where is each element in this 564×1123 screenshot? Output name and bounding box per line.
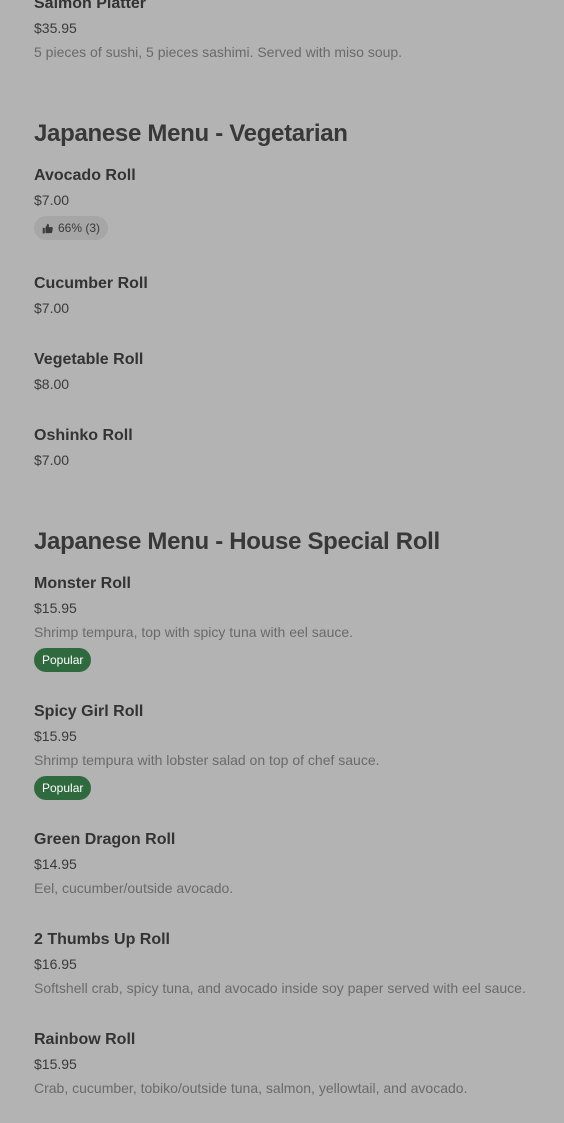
menu-item-price: $15.95: [34, 600, 77, 616]
menu-item-name: Oshinko Roll: [34, 427, 133, 444]
menu-item-2-thumbs-up-roll[interactable]: 2 Thumbs Up Roll $16.95 Softshell crab, …: [34, 930, 526, 997]
menu-item-description: Shrimp tempura, top with spicy tuna with…: [34, 624, 354, 640]
menu-item-monster-roll[interactable]: Monster Roll $15.95 Shrimp tempura, top …: [34, 574, 353, 672]
menu-item-price: $35.95: [34, 20, 77, 36]
menu-item-green-dragon-roll[interactable]: Green Dragon Roll $14.95 Eel, cucumber/o…: [34, 830, 233, 897]
popular-badge: Popular: [34, 776, 92, 800]
menu-item-price: $15.95: [34, 1056, 77, 1072]
menu-item-price: $14.95: [34, 856, 77, 872]
menu-item-salmon-platter[interactable]: Salmon Platter $35.95 5 pieces of sushi,…: [34, 0, 402, 61]
menu-item-price: $15.95: [34, 728, 77, 744]
rating-badge: 66% (3): [34, 216, 109, 240]
popular-badge: Popular: [34, 648, 92, 672]
menu-item-name: Cucumber Roll: [34, 275, 148, 292]
menu-item-price: $7.00: [34, 192, 70, 208]
menu-item-name: Vegetable Roll: [34, 351, 144, 368]
menu-item-spicy-girl-roll[interactable]: Spicy Girl Roll $15.95 Shrimp tempura wi…: [34, 702, 380, 800]
menu-item-oshinko-roll[interactable]: Oshinko Roll $7.00: [34, 426, 133, 469]
section-title-vegetarian: Japanese Menu - Vegetarian: [34, 120, 348, 147]
menu-item-name: Spicy Girl Roll: [34, 703, 144, 720]
menu-item-vegetable-roll[interactable]: Vegetable Roll $8.00: [34, 350, 143, 393]
menu-item-price: $7.00: [34, 452, 70, 468]
menu-item-name: Avocado Roll: [34, 167, 136, 184]
menu-item-price: $7.00: [34, 300, 70, 316]
menu-item-name: Green Dragon Roll: [34, 831, 176, 848]
rating-text: 66% (3): [58, 221, 101, 235]
thumbs-up-icon: [42, 223, 53, 234]
menu-item-rainbow-roll[interactable]: Rainbow Roll $15.95 Crab, cucumber, tobi…: [34, 1030, 467, 1097]
menu-item-name: Salmon Platter: [34, 0, 147, 12]
menu-item-price: $16.95: [34, 956, 77, 972]
menu-item-description: 5 pieces of sushi, 5 pieces sashimi. Ser…: [34, 44, 403, 60]
menu-item-description: Softshell crab, spicy tuna, and avocado …: [34, 980, 526, 996]
menu-item-avocado-roll[interactable]: Avocado Roll $7.00 66% (3): [34, 166, 136, 240]
menu-item-cucumber-roll[interactable]: Cucumber Roll $7.00: [34, 274, 148, 317]
menu-item-description: Shrimp tempura with lobster salad on top…: [34, 752, 380, 768]
menu-item-name: Monster Roll: [34, 575, 131, 592]
menu-item-description: Eel, cucumber/outside avocado.: [34, 880, 234, 896]
menu-item-name: Rainbow Roll: [34, 1031, 136, 1048]
section-title-house-special: Japanese Menu - House Special Roll: [34, 528, 440, 555]
menu-item-name: 2 Thumbs Up Roll: [34, 931, 170, 948]
menu-item-price: $8.00: [34, 376, 70, 392]
menu-item-description: Crab, cucumber, tobiko/outside tuna, sal…: [34, 1080, 468, 1096]
